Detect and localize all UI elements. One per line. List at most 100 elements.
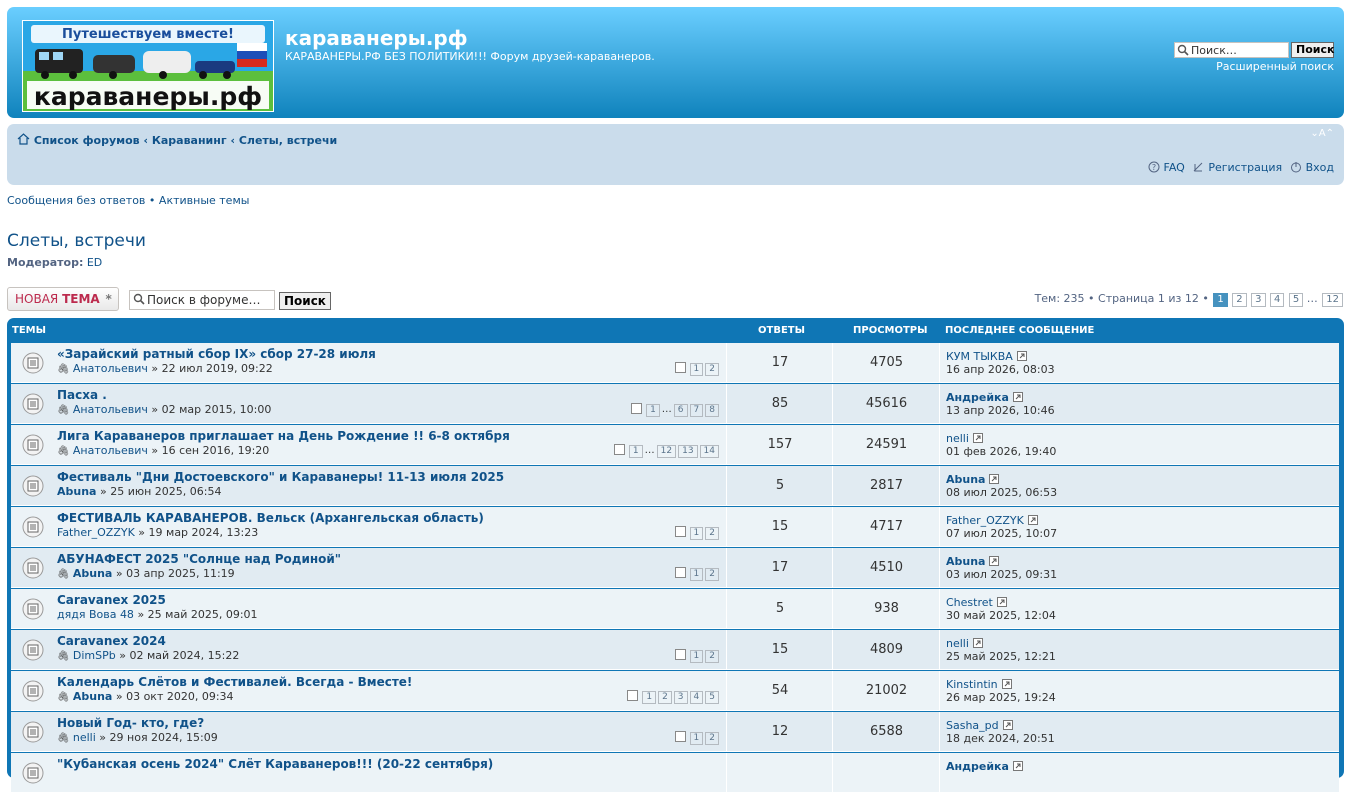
header-search-button[interactable]: Поиск <box>1291 42 1334 58</box>
go-to-post-icon[interactable] <box>996 597 1007 607</box>
topic-author[interactable]: Abuna <box>73 567 112 580</box>
topic-title[interactable]: ФЕСТИВАЛЬ КАРАВАНЕРОВ. Вельск (Архангель… <box>57 511 484 525</box>
go-to-post-icon[interactable] <box>1016 351 1027 361</box>
new-topic-button[interactable]: НОВАЯ ТЕМА * <box>7 287 119 311</box>
topic-page-link[interactable]: 12 <box>656 444 677 458</box>
topic-author[interactable]: Анатольевич <box>73 362 148 375</box>
topic-page-link[interactable]: 2 <box>705 362 719 376</box>
go-to-post-icon[interactable] <box>972 433 983 443</box>
topic-read-icon <box>22 721 44 743</box>
topic-page-link[interactable]: 1 <box>689 526 704 540</box>
topic-page-link[interactable]: 2 <box>705 731 719 745</box>
topic-page-link[interactable]: 2 <box>705 567 719 581</box>
header-search-input[interactable]: Поиск… <box>1174 42 1289 58</box>
last-post-author[interactable]: Sasha_pd <box>946 719 1013 732</box>
go-to-post-icon[interactable] <box>1012 761 1023 771</box>
topic-page-link[interactable]: 3 <box>673 690 688 704</box>
header-last-post: ПОСЛЕДНЕЕ СООБЩЕНИЕ <box>945 325 1095 336</box>
forum-search-button[interactable]: Поиск <box>279 292 331 310</box>
last-post-author[interactable]: КУМ ТЫКВА <box>946 350 1027 363</box>
topic-page-link[interactable]: 14 <box>699 444 719 458</box>
crumb-current-forum[interactable]: Слеты, встречи <box>239 134 337 147</box>
topic-page-link[interactable]: 1 <box>646 403 660 417</box>
topic-title[interactable]: Caravanex 2024 <box>57 634 166 648</box>
topic-page-link[interactable]: 5 <box>705 690 719 704</box>
topic-title[interactable]: "Кубанская осень 2024" Слёт Караванеров!… <box>57 757 493 771</box>
topic-page-link[interactable]: 13 <box>678 444 698 458</box>
topic-title[interactable]: Caravanex 2025 <box>57 593 166 607</box>
topic-read-icon <box>22 393 44 415</box>
topic-title[interactable]: Лига Караванеров приглашает на День Рожд… <box>57 429 510 443</box>
page-last[interactable]: 12 <box>1322 293 1343 307</box>
register-link[interactable]: Регистрация <box>1192 161 1282 174</box>
topic-author[interactable]: Анатольевич <box>73 403 148 416</box>
page-link[interactable]: 3 <box>1251 293 1266 307</box>
topic-page-link[interactable]: 2 <box>705 649 719 663</box>
page-link[interactable]: 2 <box>1232 293 1247 307</box>
advanced-search-link[interactable]: Расширенный поиск <box>1216 60 1334 73</box>
last-post-author[interactable]: Андрейка <box>946 391 1023 404</box>
topic-author[interactable]: Abuna <box>73 690 112 703</box>
site-logo[interactable]: Путешествуем вместе! караванеры.рф <box>22 20 274 112</box>
faq-link[interactable]: ? FAQ <box>1148 161 1185 174</box>
topic-page-link[interactable]: 1 <box>689 649 704 663</box>
go-to-post-icon[interactable] <box>972 638 983 648</box>
topic-page-link[interactable]: 1 <box>689 362 704 376</box>
topic-page-link[interactable]: 1 <box>642 690 657 704</box>
last-post-author[interactable]: Андрейка <box>946 760 1023 773</box>
topic-author[interactable]: Анатольевич <box>73 444 148 457</box>
topic-title[interactable]: АБУНАФЕСТ 2025 "Солнце над Родиной" <box>57 552 341 566</box>
font-size-control[interactable]: ⌄A⌃ <box>1310 128 1334 139</box>
chevron-down-icon[interactable]: ⌄ <box>1310 128 1318 139</box>
topic-page-link[interactable]: 2 <box>658 690 672 704</box>
topic-views: 4809 <box>832 630 940 669</box>
chevron-up-icon[interactable]: ⌃ <box>1326 128 1334 139</box>
go-to-post-icon[interactable] <box>989 474 1000 484</box>
site-description: КАРАВАНЕРЫ.РФ БЕЗ ПОЛИТИКИ!!! Форум друз… <box>285 50 655 63</box>
page-current[interactable]: 1 <box>1213 293 1228 307</box>
go-to-post-icon[interactable] <box>989 556 1000 566</box>
topic-page-link[interactable]: 1 <box>689 731 704 745</box>
last-post-author[interactable]: Chestret <box>946 596 1007 609</box>
moderator-link[interactable]: ED <box>87 256 102 269</box>
asterisk-icon: * <box>105 292 112 306</box>
topic-page-link[interactable]: 1 <box>689 567 704 581</box>
topic-page-link[interactable]: 8 <box>705 403 719 417</box>
go-to-post-icon[interactable] <box>1012 392 1023 402</box>
topic-author[interactable]: DimSPb <box>73 649 116 662</box>
topic-author[interactable]: дядя Вова 48 <box>57 608 134 621</box>
unanswered-link[interactable]: Сообщения без ответов <box>7 194 145 207</box>
last-post-author[interactable]: Abuna <box>946 473 1000 486</box>
topic-title[interactable]: Фестиваль "Дни Достоевского" и Караванер… <box>57 470 504 484</box>
last-post-author[interactable]: nelli <box>946 432 983 445</box>
topic-page-link[interactable]: 7 <box>689 403 704 417</box>
topic-author[interactable]: nelli <box>73 731 96 744</box>
crumb-index[interactable]: Список форумов <box>34 134 140 147</box>
topic-page-link[interactable]: 1 <box>628 444 643 458</box>
go-to-post-icon[interactable] <box>1027 515 1038 525</box>
forum-search-input[interactable]: Поиск в форуме… <box>129 290 275 310</box>
topic-title[interactable]: Пасха . <box>57 388 107 402</box>
topic-title[interactable]: Новый Год- кто, где? <box>57 716 204 730</box>
go-to-post-icon[interactable] <box>1002 720 1013 730</box>
topic-meta: 🖇 Abuna » 03 окт 2020, 09:34 <box>57 690 234 703</box>
page-link[interactable]: 4 <box>1270 293 1285 307</box>
last-post-author[interactable]: Abuna <box>946 555 1000 568</box>
active-topics-link[interactable]: Активные темы <box>159 194 250 207</box>
last-post-author[interactable]: Father_OZZYK <box>946 514 1038 527</box>
topic-author[interactable]: Father_OZZYK <box>57 526 135 539</box>
topic-title[interactable]: Календарь Слётов и Фестивалей. Всегда - … <box>57 675 412 689</box>
last-post-author[interactable]: Kinstintin <box>946 678 1012 691</box>
login-link[interactable]: Вход <box>1290 161 1334 174</box>
topic-title[interactable]: «Зарайский ратный сбор IX» сбор 27-28 ию… <box>57 347 376 361</box>
topic-author[interactable]: Abuna <box>57 485 96 498</box>
crumb-caravanning[interactable]: Караванинг <box>152 134 227 147</box>
site-title[interactable]: караванеры.рф <box>285 26 468 50</box>
go-to-post-icon[interactable] <box>1001 679 1012 689</box>
topic-page-link[interactable]: 2 <box>705 526 719 540</box>
last-post-author[interactable]: nelli <box>946 637 983 650</box>
page-title[interactable]: Слеты, встречи <box>7 231 146 251</box>
page-link[interactable]: 5 <box>1288 293 1304 307</box>
topic-page-link[interactable]: 6 <box>673 403 688 417</box>
topic-page-link[interactable]: 4 <box>689 690 704 704</box>
